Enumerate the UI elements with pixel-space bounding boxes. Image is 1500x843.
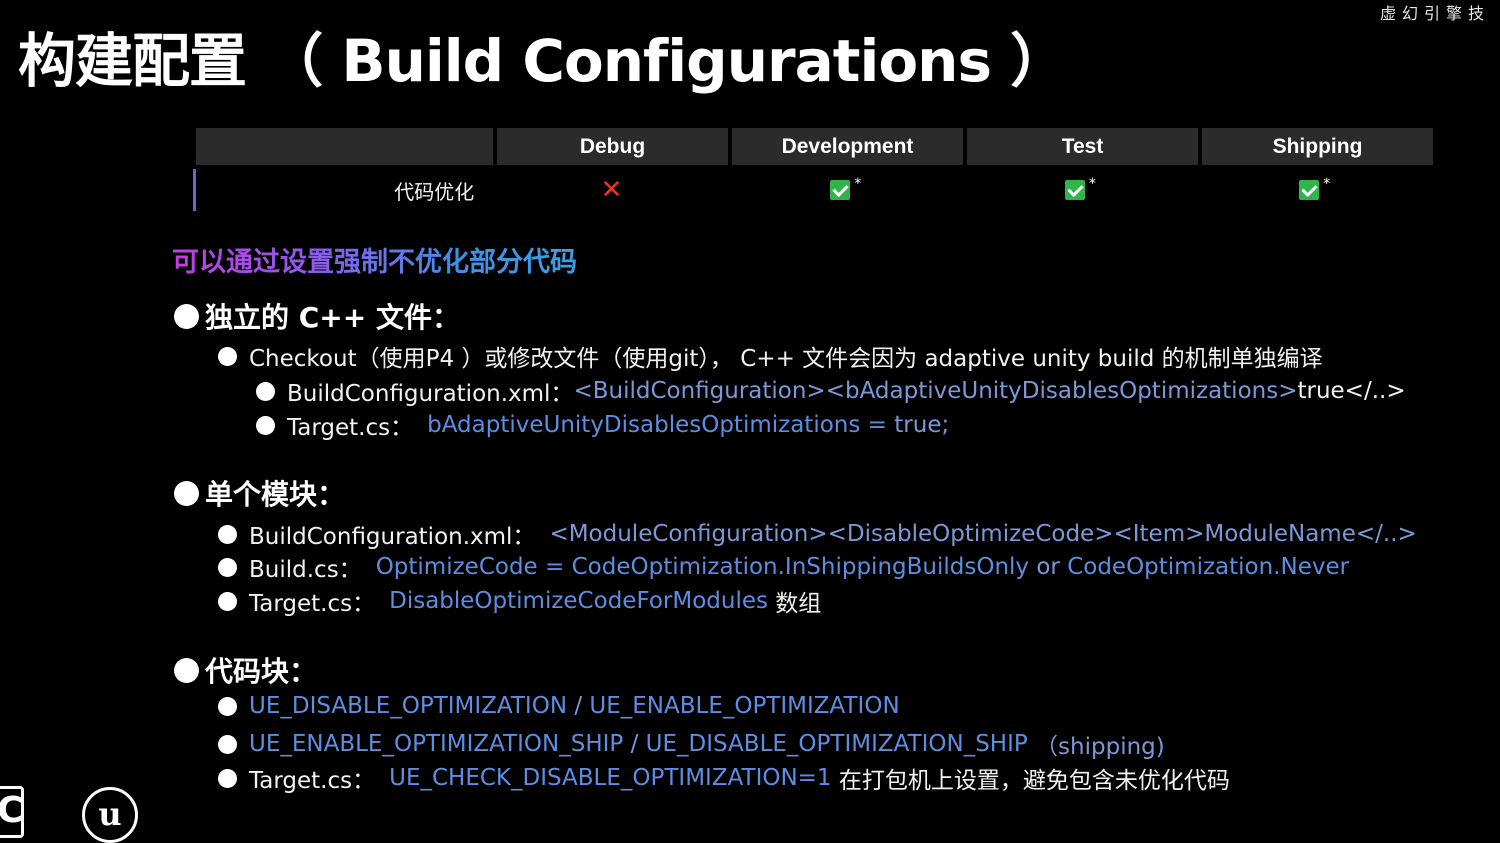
cross-icon: ✕ bbox=[600, 175, 623, 205]
list-item-label: Target.cs： bbox=[249, 591, 376, 617]
bullet-icon bbox=[218, 557, 237, 577]
list-item: UE_DISABLE_OPTIMIZATION / UE_ENABLE_OPTI… bbox=[218, 693, 900, 719]
code-value: true; bbox=[894, 412, 950, 438]
bullet-icon bbox=[256, 381, 275, 401]
code-operator: / bbox=[623, 731, 646, 757]
bullet-icon bbox=[218, 524, 237, 544]
bullet-icon bbox=[174, 480, 199, 506]
code-text: UE_ENABLE_OPTIMIZATION_SHIP bbox=[249, 731, 624, 757]
list-item: Target.cs： UE_CHECK_DISABLE_OPTIMIZATION… bbox=[218, 761, 1230, 795]
code-text: bAdaptiveUnityDisablesOptimizations bbox=[427, 412, 861, 438]
code-text: <BuildConfiguration><bAdaptiveUnityDisab… bbox=[573, 378, 1298, 404]
table-header-debug: Debug bbox=[497, 128, 728, 165]
code-text: OptimizeCode bbox=[375, 554, 538, 580]
code-note: （shipping) bbox=[1027, 734, 1165, 760]
list-item: Build.cs： OptimizeCode = CodeOptimizatio… bbox=[218, 550, 1349, 584]
partner-logo: C bbox=[0, 786, 24, 838]
bullet-icon bbox=[256, 415, 275, 435]
subtitle: 可以通过设置强制不优化部分代码 bbox=[172, 240, 577, 279]
check-icon bbox=[1064, 180, 1085, 200]
cell-development: * bbox=[731, 176, 961, 200]
list-item-label: Target.cs： bbox=[287, 415, 414, 441]
code-operator: = bbox=[860, 412, 895, 438]
code-operator: / bbox=[567, 693, 590, 719]
bullet-icon bbox=[218, 346, 237, 366]
list-item: Target.cs： bAdaptiveUnityDisablesOptimiz… bbox=[256, 408, 949, 442]
list-item-text: Checkout（使用P4 ）或修改文件（使用git）， C++ 文件会因为 a… bbox=[249, 346, 1323, 372]
section-heading-text: 代码块： bbox=[205, 655, 318, 688]
section-heading-cpp-file: 独立的 C++ 文件： bbox=[174, 296, 460, 336]
slide-title: 构建配置 （ Build Configurations ） bbox=[18, 27, 1068, 95]
table-header-test: Test bbox=[967, 128, 1198, 165]
list-item-text: 数组 bbox=[768, 591, 822, 617]
footnote-star: * bbox=[854, 176, 862, 192]
code-value: true</..> bbox=[1297, 378, 1406, 404]
section-heading-text: 单个模块： bbox=[205, 478, 346, 511]
list-item-label: BuildConfiguration.xml： bbox=[249, 524, 536, 550]
code-operator: or bbox=[1029, 554, 1068, 580]
bullet-icon bbox=[218, 768, 237, 788]
list-item: Target.cs： DisableOptimizeCodeForModules… bbox=[218, 584, 821, 618]
list-item-label: Target.cs： bbox=[249, 768, 376, 794]
code-text: UE_CHECK_DISABLE_OPTIMIZATION=1 bbox=[389, 765, 832, 791]
bullet-icon bbox=[218, 734, 237, 754]
cell-shipping: * bbox=[1200, 176, 1430, 200]
bullet-icon bbox=[218, 696, 237, 716]
code-text: UE_DISABLE_OPTIMIZATION_SHIP bbox=[645, 731, 1028, 757]
row-label: 代码优化 bbox=[394, 179, 475, 204]
row-marker bbox=[193, 169, 196, 211]
section-heading-code-block: 代码块： bbox=[174, 650, 317, 690]
code-value: ModuleName</..> bbox=[1204, 521, 1417, 547]
list-item: BuildConfiguration.xml： <ModuleConfigura… bbox=[218, 517, 1417, 551]
code-text: <ModuleConfiguration><DisableOptimizeCod… bbox=[549, 521, 1205, 547]
list-item: BuildConfiguration.xml： <BuildConfigurat… bbox=[256, 374, 1406, 408]
cell-test: * bbox=[965, 176, 1195, 200]
list-item-label: BuildConfiguration.xml： bbox=[287, 381, 574, 407]
bullet-icon bbox=[174, 657, 199, 683]
table-row: 代码优化 ✕ * * * bbox=[193, 167, 1434, 213]
code-text: DisableOptimizeCodeForModules bbox=[389, 588, 768, 614]
code-text: UE_ENABLE_OPTIMIZATION bbox=[589, 693, 900, 719]
table-header-empty bbox=[196, 128, 493, 165]
table-header-development: Development bbox=[732, 128, 963, 165]
bullet-icon bbox=[174, 303, 199, 329]
footnote-star: * bbox=[1323, 176, 1331, 192]
section-heading-single-module: 单个模块： bbox=[174, 473, 345, 513]
section-heading-text: 独立的 C++ 文件： bbox=[205, 301, 460, 334]
list-item: Checkout（使用P4 ）或修改文件（使用git）， C++ 文件会因为 a… bbox=[218, 339, 1323, 373]
code-text: CodeOptimization.Never bbox=[1067, 554, 1350, 580]
code-text: CodeOptimization.InShippingBuildsOnly bbox=[571, 554, 1030, 580]
list-item-label: Build.cs： bbox=[249, 557, 362, 583]
footnote-star: * bbox=[1088, 176, 1096, 192]
code-operator: = bbox=[537, 554, 572, 580]
build-config-table: Debug Development Test Shipping 代码优化 ✕ *… bbox=[193, 128, 1434, 213]
list-item-text: 在打包机上设置，避免包含未优化代码 bbox=[831, 768, 1230, 794]
table-header-row: Debug Development Test Shipping bbox=[196, 128, 1434, 165]
code-text: UE_DISABLE_OPTIMIZATION bbox=[249, 693, 568, 719]
cell-debug: ✕ bbox=[496, 177, 726, 203]
bullet-icon bbox=[218, 591, 237, 611]
list-item: UE_ENABLE_OPTIMIZATION_SHIP / UE_DISABLE… bbox=[218, 727, 1165, 761]
table-header-shipping: Shipping bbox=[1202, 128, 1433, 165]
brand-watermark: 虚幻引擎技 bbox=[1379, 4, 1490, 23]
check-icon bbox=[830, 180, 851, 200]
check-icon bbox=[1299, 180, 1320, 200]
